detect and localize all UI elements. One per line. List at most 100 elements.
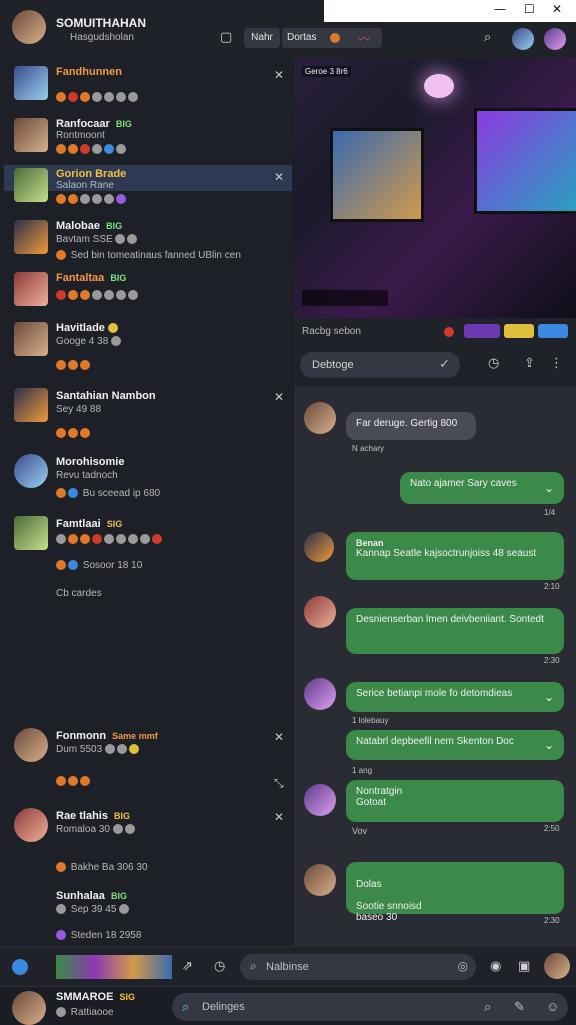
profile-avatar[interactable] <box>544 953 570 979</box>
screen-icon[interactable]: ▣ <box>518 959 530 974</box>
record-icon[interactable] <box>444 327 454 337</box>
contact-row[interactable]: Morohisomie Revu tadnoch Bu sceead ip 68… <box>0 452 293 508</box>
app-header: SOMUITHAHAN Hasgudsholan ▢ Nahr Dortas 〰… <box>0 10 576 59</box>
contact-status: Bavtam SSE <box>56 234 113 245</box>
nav-pill-2[interactable]: Dortas 〰 <box>282 28 382 48</box>
expand-icon[interactable]: ⤡ <box>274 776 284 791</box>
contact-avatar-top-2[interactable] <box>544 28 566 50</box>
contact-row[interactable]: Famtlaai SIG Sosoor 18 10 Cb cardes <box>0 514 293 604</box>
message-bubble[interactable]: Dolas Sootie snnoisd baseo 30 <box>346 862 564 923</box>
contact-row[interactable]: Fandhunnen ✕ <box>0 64 293 110</box>
message-bubble[interactable]: Serice betianpi mole fo detomdieas ⌄ <box>346 682 564 712</box>
contact-avatar[interactable] <box>14 66 48 100</box>
app-icon[interactable] <box>12 959 28 975</box>
window-icon[interactable]: ▢ <box>220 30 232 45</box>
emoji-icon[interactable]: ☺ <box>546 999 559 1014</box>
bottom-toolbar: ⇗ ◷ ⌕ Nalbinse ◎ ◉ ▣ <box>0 946 576 987</box>
pulse-icon[interactable]: 〰 <box>358 30 370 47</box>
contact-row[interactable]: Havitlade Googe 4 38 <box>0 320 293 382</box>
message-time: 1 lolebauy <box>352 716 389 725</box>
contact-message-row: Bu sceead ip 680 <box>56 488 160 499</box>
chevron-down-icon[interactable]: ⌄ <box>544 481 554 495</box>
yellow-chip[interactable] <box>504 324 534 338</box>
arrow-icon[interactable]: ⇗ <box>182 959 193 974</box>
contact-avatar[interactable] <box>14 220 48 254</box>
search-icon: ⌕ <box>250 959 257 973</box>
user-avatar[interactable] <box>12 10 46 44</box>
contact-row[interactable]: Fantaltaa BIG <box>0 270 293 316</box>
sender-avatar[interactable] <box>304 678 336 710</box>
contact-row[interactable]: Ranfocaar BIG Rontmoont <box>0 116 293 162</box>
close-icon[interactable]: ✕ <box>274 730 284 744</box>
close-icon[interactable]: ✕ <box>274 390 284 404</box>
message-bubble[interactable]: Natabrl depbeefil nem Skenton Doc ⌄ <box>346 730 564 760</box>
purple-chip[interactable] <box>464 324 500 338</box>
blue-chip[interactable] <box>538 324 568 338</box>
contact-name: Havitlade <box>56 322 105 334</box>
media-preview[interactable]: Geroe 3 8r6 <box>294 58 576 318</box>
sender-avatar[interactable] <box>304 402 336 434</box>
message-time: 2:30 <box>544 916 560 925</box>
chevron-down-icon[interactable]: ⌄ <box>544 738 554 752</box>
message-time: 1 ang <box>352 766 373 775</box>
contact-avatar[interactable] <box>14 808 48 842</box>
message-bubble[interactable]: Benan Kannap Seatle kajsoctrunjoiss 48 s… <box>346 532 564 580</box>
close-icon[interactable]: ✕ <box>274 810 284 824</box>
close-window-button[interactable]: ✕ <box>552 2 562 16</box>
contact-avatar[interactable] <box>14 168 48 202</box>
close-icon[interactable]: ✕ <box>274 68 284 82</box>
contact-row[interactable]: Rae tlahis BIG Romaloa 30 Bakhe Ba 306 3… <box>0 806 293 876</box>
bottom-search-input[interactable]: ⌕ Nalbinse ◎ <box>240 954 476 980</box>
contact-avatar[interactable] <box>14 322 48 356</box>
clock-icon[interactable]: ◷ <box>488 356 499 371</box>
contact-row[interactable]: Malobae BIG Bavtam SSE Sed bin tomeatina… <box>0 218 293 268</box>
maximize-button[interactable]: ☐ <box>524 2 535 16</box>
contact-row[interactable]: Santahian Nambon Sey 49 88 ✕ <box>0 386 293 448</box>
contact-avatar[interactable] <box>14 728 48 762</box>
current-user-avatar[interactable] <box>12 991 46 1025</box>
close-icon[interactable]: ✕ <box>274 170 284 184</box>
message-bubble-outgoing[interactable]: Nato ajamer Sary caves ⌄ <box>400 472 564 504</box>
contact-avatar[interactable] <box>14 454 48 488</box>
more-icon[interactable]: ⋮ <box>550 356 563 371</box>
media-controls[interactable] <box>302 290 388 306</box>
contact-message: Steden 18 2958 <box>70 930 142 941</box>
edit-icon[interactable]: ✎ <box>514 999 525 1015</box>
message-search-field[interactable]: Debtoge ✓ <box>300 352 460 378</box>
contact-avatar-top-1[interactable] <box>512 28 534 50</box>
thumbnail-strip[interactable] <box>56 955 172 979</box>
share-icon[interactable]: ⇪ <box>524 356 535 371</box>
contact-avatar[interactable] <box>14 118 48 152</box>
sender-avatar[interactable] <box>304 532 334 562</box>
check-icon[interactable]: ✓ <box>439 356 450 372</box>
record-icon[interactable]: ◉ <box>490 959 501 974</box>
nav-pill-1[interactable]: Nahr <box>244 28 280 48</box>
message-bubble[interactable]: Nontratgin Gotoat <box>346 780 564 822</box>
window-controls: — ☐ ✕ <box>324 0 576 22</box>
sender-avatar[interactable] <box>304 864 336 896</box>
clock-icon[interactable]: ◷ <box>214 959 225 974</box>
search-icon-right[interactable]: ⌕ <box>484 999 491 1015</box>
message-text: Serice betianpi mole fo detomdieas <box>356 688 513 699</box>
contact-badges <box>56 144 128 155</box>
nav-pill-2-label: Dortas <box>287 32 317 43</box>
contact-avatar[interactable] <box>14 388 48 422</box>
contact-tag: SIG <box>106 519 123 529</box>
sender-avatar[interactable] <box>304 784 336 816</box>
message-bubble[interactable]: Desnienserban lmen deivbeniiant. Sontedt <box>346 608 564 654</box>
contact-avatar[interactable] <box>14 272 48 306</box>
minimize-button[interactable]: — <box>494 2 506 16</box>
message-bubble[interactable]: Far deruge. Gertig 800 <box>346 412 476 440</box>
footer-input[interactable]: ⌕ Delinges ⌕ ✎ ☺ <box>172 993 568 1021</box>
settings-icon[interactable]: ◎ <box>458 959 468 973</box>
contact-badges <box>56 428 92 439</box>
contact-name: Sunhalaa <box>56 890 105 902</box>
contact-avatar[interactable] <box>14 516 48 550</box>
sender-avatar[interactable] <box>304 596 336 628</box>
contact-status: Dum 5503 <box>56 744 103 755</box>
search-icon[interactable]: ⌕ <box>484 30 491 45</box>
contact-row[interactable]: Fonmonn Same mmf Dum 5503 ✕ ⤡ <box>0 726 293 796</box>
contact-row-selected[interactable]: Gorion Brade Salaon Rane ✕ <box>0 166 293 212</box>
contact-row[interactable]: Sunhalaa BIG Sep 39 45 Steden 18 2958 <box>0 886 293 941</box>
chevron-down-icon[interactable]: ⌄ <box>544 690 554 704</box>
